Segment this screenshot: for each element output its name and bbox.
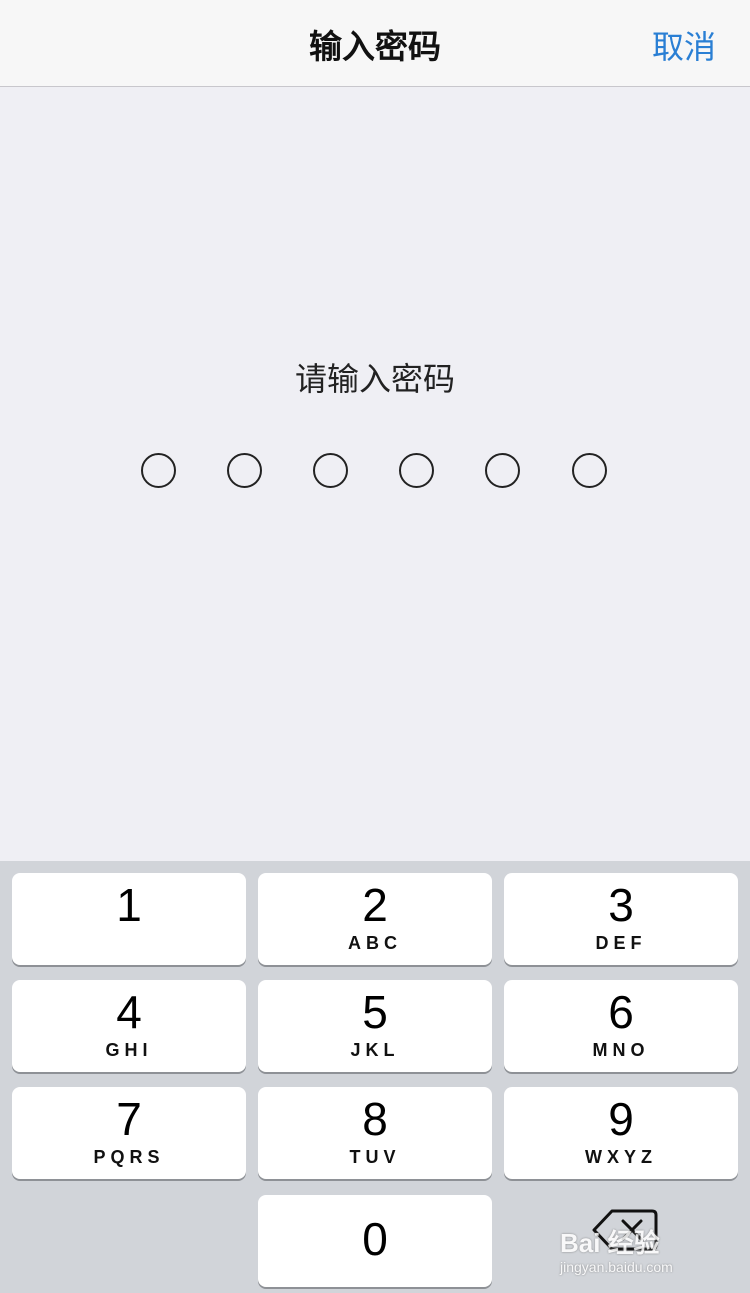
key-letters: DEF — [595, 933, 647, 953]
key-letters: JKL — [350, 1040, 400, 1060]
page-title: 输入密码 — [309, 27, 441, 66]
key-letters: PQRS — [93, 1147, 165, 1167]
key-number: 0 — [362, 1213, 388, 1265]
key-letters: GHI — [105, 1040, 153, 1060]
key-letters: WXYZ — [585, 1147, 657, 1167]
cancel-button[interactable]: 取消 — [652, 22, 716, 68]
key-9[interactable]: 9 WXYZ — [504, 1087, 738, 1179]
key-number: 9 — [608, 1093, 634, 1145]
watermark-url: jingyan.baidu.com — [560, 1259, 673, 1275]
watermark: Bai 经验 jingyan.baidu.com — [560, 1213, 740, 1283]
passcode-prompt: 请输入密码 — [294, 360, 455, 398]
key-7[interactable]: 7 PQRS — [12, 1087, 246, 1179]
passcode-area: 请输入密码 — [0, 87, 750, 861]
key-letters: ABC — [348, 933, 402, 953]
passcode-dot — [572, 453, 607, 488]
key-2[interactable]: 2 ABC — [258, 873, 492, 965]
key-6[interactable]: 6 MNO — [504, 980, 738, 1072]
navigation-bar: 输入密码 取消 — [0, 0, 750, 87]
key-0[interactable]: 0 — [258, 1195, 492, 1287]
passcode-dots — [0, 453, 750, 493]
key-number: 7 — [116, 1093, 142, 1145]
passcode-dot — [399, 453, 434, 488]
key-5[interactable]: 5 JKL — [258, 980, 492, 1072]
key-4[interactable]: 4 GHI — [12, 980, 246, 1072]
key-letters: MNO — [592, 1040, 650, 1060]
key-number: 4 — [116, 986, 142, 1038]
key-8[interactable]: 8 TUV — [258, 1087, 492, 1179]
key-number: 8 — [362, 1093, 388, 1145]
passcode-dot — [141, 453, 176, 488]
key-1[interactable]: 1 — [12, 873, 246, 965]
key-3[interactable]: 3 DEF — [504, 873, 738, 965]
key-letters: TUV — [349, 1147, 401, 1167]
key-number: 5 — [362, 986, 388, 1038]
key-number: 6 — [608, 986, 634, 1038]
watermark-brand: Bai 经验 — [560, 1228, 660, 1258]
key-number: 3 — [608, 879, 634, 931]
numeric-keypad: 1 2 ABC 3 DEF 4 GHI 5 JKL 6 MNO 7 PQRS 8… — [0, 861, 750, 1293]
passcode-dot — [485, 453, 520, 488]
passcode-dot — [227, 453, 262, 488]
passcode-dot — [313, 453, 348, 488]
key-number: 1 — [116, 879, 142, 931]
key-number: 2 — [362, 879, 388, 931]
